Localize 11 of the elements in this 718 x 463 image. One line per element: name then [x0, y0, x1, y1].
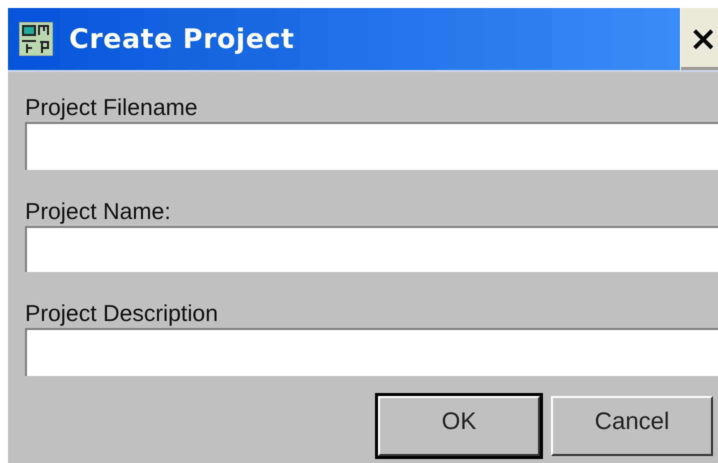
app-icon	[19, 22, 53, 56]
window-title: Create Project	[69, 24, 294, 54]
input-field[interactable]	[25, 328, 718, 376]
input-field[interactable]	[25, 226, 718, 272]
dialog-button[interactable]: OK	[378, 396, 540, 456]
dialog-button[interactable]: Cancel	[551, 396, 713, 456]
input-field[interactable]	[25, 122, 718, 170]
field-label: Project Filename	[25, 93, 199, 122]
field-label: Project Description	[25, 299, 220, 328]
close-button[interactable]: ×	[680, 8, 718, 70]
field-label: Project Name:	[25, 197, 172, 226]
